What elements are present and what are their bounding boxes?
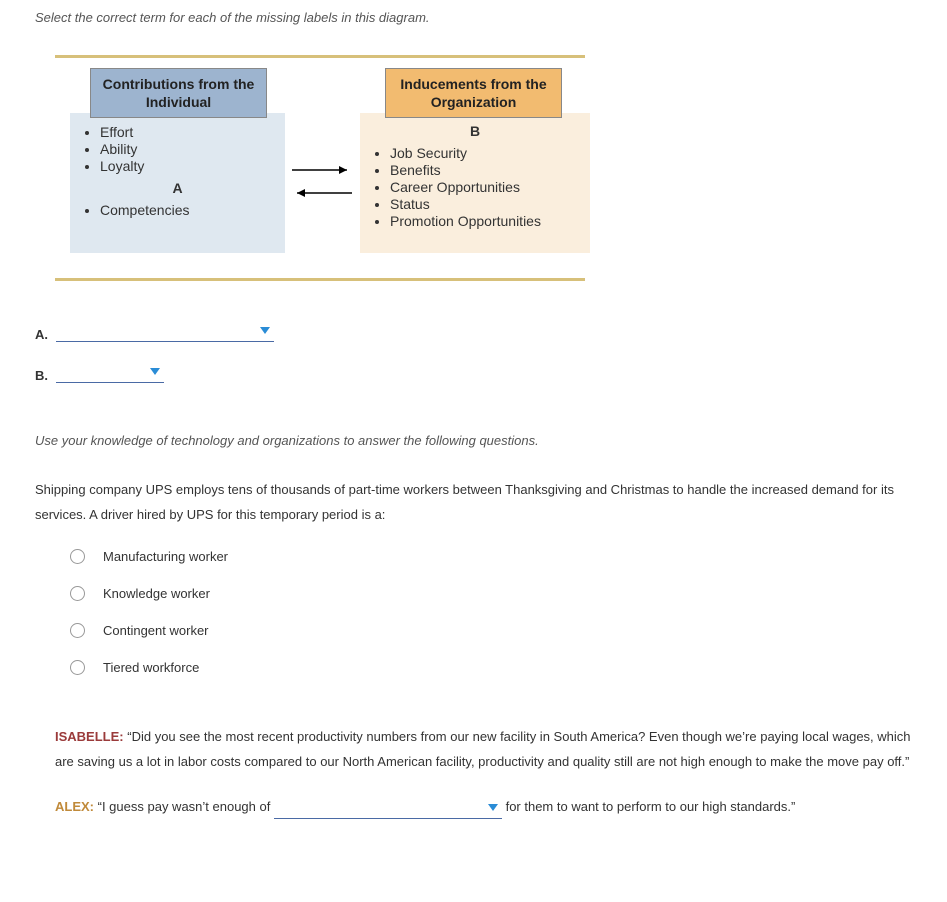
dialogue-text: “Did you see the most recent productivit… [55,729,911,769]
speaker-alex: ALEX: [55,799,94,814]
blank-label-b: B [368,123,582,139]
list-item: Status [390,196,582,212]
diagram: Contributions from the Individual Induce… [55,58,615,278]
radio-button[interactable] [70,660,85,675]
list-item: Competencies [100,202,277,218]
speaker-isabelle: ISABELLE: [55,729,124,744]
option-label: Manufacturing worker [103,549,228,564]
option-row[interactable]: Tiered workforce [70,660,927,675]
list-item: Job Security [390,145,582,161]
instruction-text-2: Use your knowledge of technology and org… [35,433,927,448]
answer-label-b: B. [35,368,48,383]
answer-row-a: A. [35,321,927,342]
option-label: Contingent worker [103,623,209,638]
list-item: Ability [100,141,277,157]
dropdown-alex[interactable] [274,798,502,819]
divider-bottom [55,278,585,281]
chevron-down-icon [488,804,498,811]
blank-label-a: A [78,180,277,196]
box-inducements: B Job Security Benefits Career Opportuni… [360,113,590,253]
dialogue-isabelle: ISABELLE: “Did you see the most recent p… [55,725,927,774]
dialogue-text-pre: “I guess pay wasn’t enough of [98,799,274,814]
option-label: Tiered workforce [103,660,199,675]
list-item: Career Opportunities [390,179,582,195]
list-item: Loyalty [100,158,277,174]
list-item: Promotion Opportunities [390,213,582,229]
header-contributions: Contributions from the Individual [90,68,267,118]
chevron-down-icon [150,368,160,375]
diagram-container: Contributions from the Individual Induce… [55,55,927,281]
options-group: Manufacturing worker Knowledge worker Co… [70,549,927,675]
option-label: Knowledge worker [103,586,210,601]
dialogue-text-post: for them to want to perform to our high … [502,799,795,814]
radio-button[interactable] [70,549,85,564]
answer-row-b: B. [35,362,927,383]
radio-button[interactable] [70,623,85,638]
list-item: Effort [100,124,277,140]
exchange-arrows-icon [287,158,357,208]
option-row[interactable]: Knowledge worker [70,586,927,601]
option-row[interactable]: Contingent worker [70,623,927,638]
list-item: Benefits [390,162,582,178]
dropdown-b[interactable] [56,362,164,383]
instruction-text-1: Select the correct term for each of the … [35,10,927,25]
dialogue-alex: ALEX: “I guess pay wasn’t enough of for … [55,795,927,820]
box-contributions: Effort Ability Loyalty A Competencies [70,113,285,253]
chevron-down-icon [260,327,270,334]
header-inducements: Inducements from the Organization [385,68,562,118]
answer-label-a: A. [35,327,48,342]
question-text: Shipping company UPS employs tens of tho… [35,478,927,527]
dropdown-a[interactable] [56,321,274,342]
dialogue-block: ISABELLE: “Did you see the most recent p… [55,725,927,819]
radio-button[interactable] [70,586,85,601]
option-row[interactable]: Manufacturing worker [70,549,927,564]
